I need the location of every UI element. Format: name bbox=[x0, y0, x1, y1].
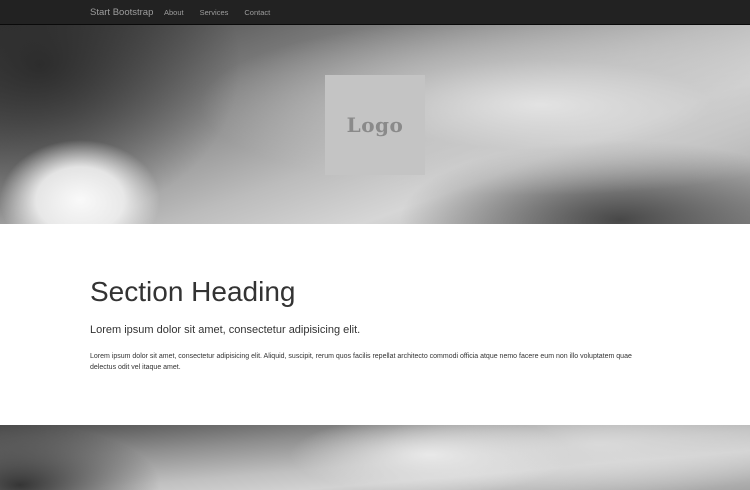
nav-link-services[interactable]: Services bbox=[200, 0, 245, 25]
section-body-text: Lorem ipsum dolor sit amet, consectetur … bbox=[90, 353, 632, 371]
section-lead-text: Lorem ipsum dolor sit amet, consectetur … bbox=[90, 324, 361, 336]
hero-background-image: Logo bbox=[0, 25, 750, 224]
nav-link-contact[interactable]: Contact bbox=[244, 0, 286, 25]
logo-placeholder: Logo bbox=[325, 75, 425, 175]
top-navbar: Start Bootstrap About Services Contact bbox=[0, 0, 750, 25]
section-heading: Section Heading bbox=[90, 276, 296, 307]
navbar-brand-link[interactable]: Start Bootstrap bbox=[90, 0, 153, 25]
navbar-links: About Services Contact bbox=[164, 0, 286, 25]
image-band-background bbox=[0, 425, 750, 490]
logo-text: Logo bbox=[346, 113, 404, 137]
nav-link-about[interactable]: About bbox=[164, 0, 200, 25]
